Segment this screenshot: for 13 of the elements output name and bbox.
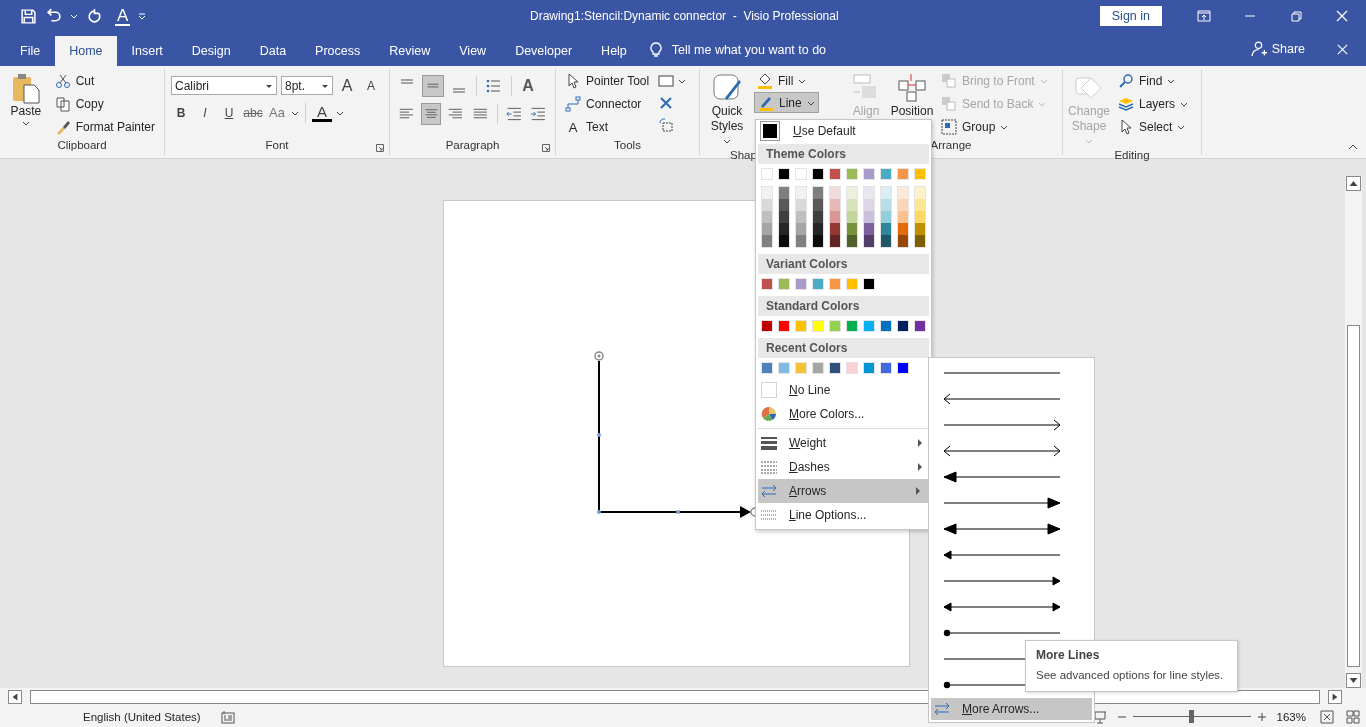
section-heading: Variant Colors [758,254,929,274]
group-label: Font [264,139,290,153]
section-heading: Recent Colors [758,338,929,358]
group-label: Tools [613,139,642,153]
group-label: Clipboard [56,139,108,153]
group-label: Paragraph [444,139,501,153]
tooltip-text: See advanced options for line styles. [1036,669,1225,681]
section-heading: Theme Colors [758,144,929,164]
group-label: Arrange [929,139,973,153]
group-label: Editing [1113,149,1151,161]
section-heading: Standard Colors [758,296,929,316]
tooltip-title: More Lines [1036,648,1101,662]
window-title: Drawing1:Stencil:Dynamic connector - Visio Professional [530,9,839,23]
